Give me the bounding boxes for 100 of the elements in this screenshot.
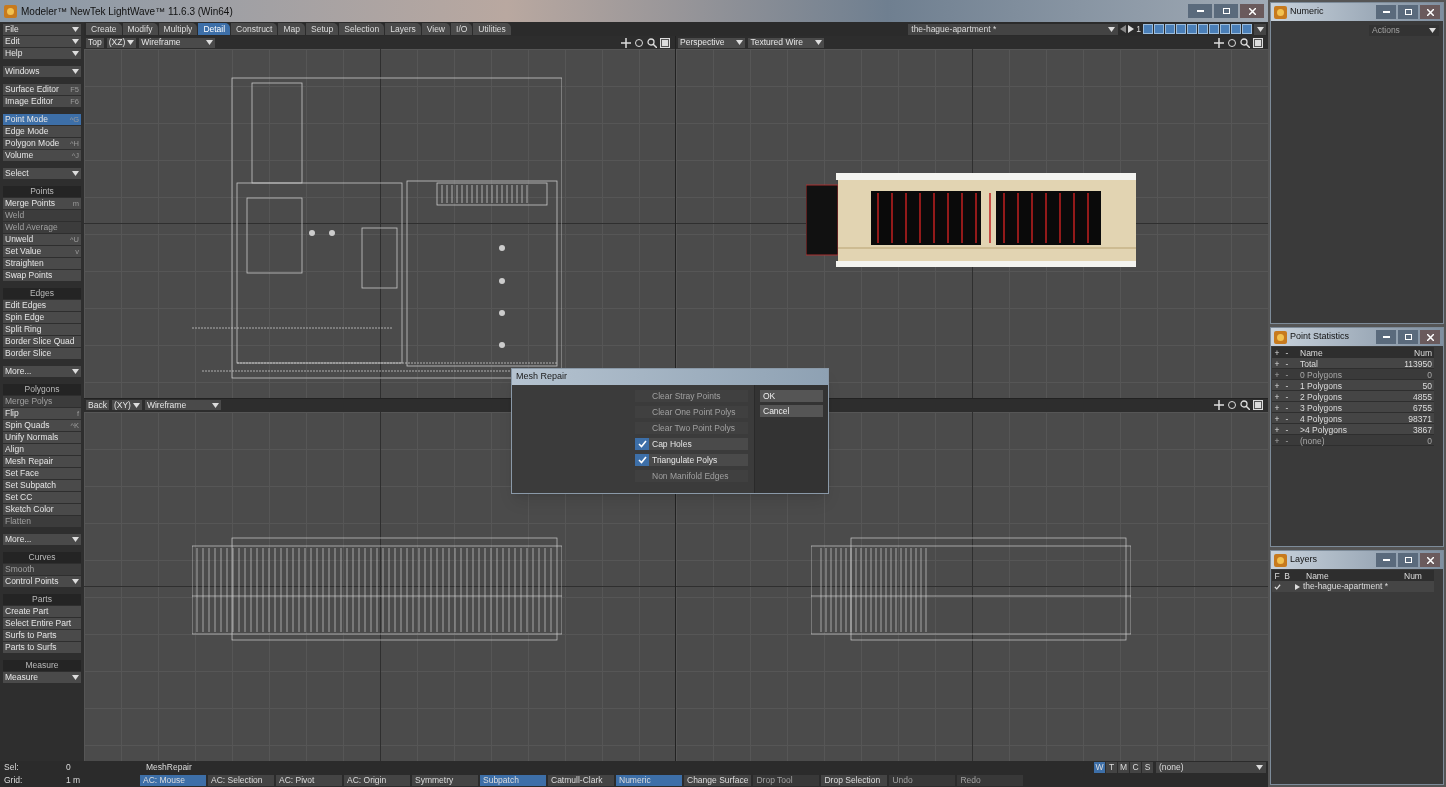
zoom-icon[interactable] (1240, 37, 1250, 48)
tool-button[interactable]: Straighten (3, 258, 81, 269)
tool-button[interactable]: Edit Edges (3, 300, 81, 311)
mode-toggle[interactable]: T (1106, 762, 1117, 773)
toolbar-tab[interactable]: Selection (339, 23, 385, 35)
statistics-row[interactable]: + - Total 113950 (1272, 358, 1434, 369)
tool-button[interactable]: Create Part (3, 606, 81, 617)
minimize-button[interactable] (1376, 553, 1396, 567)
status-button[interactable]: AC: Pivot (276, 775, 342, 786)
toolbar-tab[interactable]: Setup (306, 23, 339, 35)
rotate-view-icon[interactable] (1227, 400, 1237, 410)
rotate-view-icon[interactable] (634, 37, 644, 48)
tool-button[interactable]: Sketch Color (3, 504, 81, 515)
status-button[interactable]: AC: Origin (344, 775, 410, 786)
status-button[interactable]: Change Surface (684, 775, 752, 786)
maximize-button[interactable] (1214, 4, 1238, 18)
toolbar-tab[interactable]: Multiply (158, 23, 198, 35)
toolbar-tab[interactable]: Layers (385, 23, 421, 35)
tool-button[interactable]: Mesh Repair (3, 456, 81, 467)
toolbar-tab[interactable]: Map (278, 23, 306, 35)
tool-button[interactable]: Select Entire Part (3, 618, 81, 629)
tool-button[interactable]: Parts to Surfs (3, 642, 81, 653)
remove-selection-cell[interactable]: - (1282, 391, 1292, 401)
add-selection-cell[interactable]: + (1272, 402, 1282, 412)
toolbar-tab[interactable]: I/O (451, 23, 473, 35)
tool-button[interactable]: Border Slice (3, 348, 81, 359)
mode-toggle[interactable]: W (1094, 762, 1105, 773)
render-mode-dropdown[interactable]: Wireframe (144, 400, 221, 410)
dialog-button[interactable]: OK (760, 390, 823, 402)
tool-button[interactable]: Spin Edge (3, 312, 81, 323)
tool-button[interactable]: Surfs to Parts (3, 630, 81, 641)
status-button[interactable]: AC: Mouse (140, 775, 206, 786)
maximize-button[interactable] (1398, 5, 1418, 19)
menu-dropdown[interactable]: Measure (3, 672, 81, 683)
zoom-icon[interactable] (1240, 400, 1250, 410)
rotate-view-icon[interactable] (1227, 37, 1237, 48)
option-checkbox[interactable]: Cap Holes (635, 438, 748, 450)
dialog-button[interactable]: Cancel (760, 405, 823, 417)
mode-toggle[interactable]: C (1130, 762, 1141, 773)
mode-toggle[interactable]: M (1118, 762, 1129, 773)
menu-dropdown[interactable]: More... (3, 366, 81, 377)
toolbar-tab[interactable]: Modify (122, 23, 158, 35)
remove-selection-cell[interactable]: - (1282, 358, 1292, 368)
zoom-icon[interactable] (647, 37, 657, 48)
option-checkbox[interactable]: Triangulate Polys (635, 454, 748, 466)
move-view-icon[interactable] (1214, 400, 1224, 410)
status-button[interactable]: AC: Selection (208, 775, 274, 786)
next-layer-icon[interactable] (1128, 25, 1135, 33)
tool-button[interactable]: Swap Points (3, 270, 81, 281)
statistics-row[interactable]: + - 4 Polygons 98371 (1272, 413, 1434, 424)
toolbar-tab[interactable]: Utilities (473, 23, 511, 35)
move-view-icon[interactable] (1214, 37, 1224, 48)
surface-dropdown[interactable]: (none) (1156, 762, 1266, 773)
close-button[interactable] (1240, 4, 1264, 18)
status-button[interactable]: Symmetry (412, 775, 478, 786)
move-view-icon[interactable] (621, 37, 631, 48)
toolbar-tab[interactable]: Detail (198, 23, 231, 35)
tool-button[interactable]: Unify Normals (3, 432, 81, 443)
previous-layer-icon[interactable] (1120, 25, 1127, 33)
minimize-button[interactable] (1188, 4, 1212, 18)
axes-dropdown[interactable]: (XZ) (106, 37, 137, 48)
tool-button[interactable]: Set Subpatch (3, 480, 81, 491)
statistics-row[interactable]: + - 1 Polygons 50 (1272, 380, 1434, 391)
menu-dropdown[interactable]: Help (3, 48, 81, 59)
view-dropdown[interactable]: Perspective (678, 37, 746, 48)
status-button[interactable]: Numeric (616, 775, 682, 786)
remove-selection-cell[interactable]: - (1282, 402, 1292, 412)
toolbar-tab[interactable]: Construct (231, 23, 278, 35)
maximize-button[interactable] (1398, 553, 1418, 567)
layer-row[interactable]: the-hague-apartment * (1272, 581, 1434, 592)
render-mode-dropdown[interactable]: Textured Wire (748, 37, 825, 48)
tool-button[interactable]: Set CC (3, 492, 81, 503)
status-button[interactable]: Catmull-Clark (548, 775, 614, 786)
tool-button[interactable]: Align (3, 444, 81, 455)
axes-dropdown[interactable]: (XY) (111, 400, 142, 410)
toolbar-tab[interactable]: View (421, 23, 450, 35)
add-selection-cell[interactable]: + (1272, 413, 1282, 423)
add-selection-cell[interactable]: + (1272, 358, 1282, 368)
tool-button[interactable]: Set Face (3, 468, 81, 479)
menu-dropdown[interactable]: File (3, 24, 81, 35)
toolbar-tab[interactable]: Create (86, 23, 122, 35)
close-button[interactable] (1420, 553, 1440, 567)
tool-button[interactable]: Split Ring (3, 324, 81, 335)
menu-dropdown[interactable]: Select (3, 168, 81, 179)
statistics-row[interactable]: + - 3 Polygons 6755 (1272, 402, 1434, 413)
maximize-view-icon[interactable] (660, 37, 670, 48)
mode-toggle[interactable]: S (1142, 762, 1153, 773)
menu-dropdown[interactable]: Control Points (3, 576, 81, 587)
minimize-button[interactable] (1376, 5, 1396, 19)
menu-dropdown[interactable]: Edit (3, 36, 81, 47)
layers-menu-button[interactable] (1254, 23, 1266, 35)
statistics-row[interactable]: + - >4 Polygons 3867 (1272, 424, 1434, 435)
tool-button[interactable]: Edge Mode (3, 126, 81, 137)
close-button[interactable] (1420, 330, 1440, 344)
status-button[interactable]: Drop Selection (821, 775, 888, 786)
maximize-view-icon[interactable] (1253, 37, 1263, 48)
render-mode-dropdown[interactable]: Wireframe (139, 37, 216, 48)
status-button[interactable]: Subpatch (480, 775, 546, 786)
remove-selection-cell[interactable]: - (1282, 380, 1292, 390)
expand-arrow-icon[interactable] (1295, 583, 1300, 590)
